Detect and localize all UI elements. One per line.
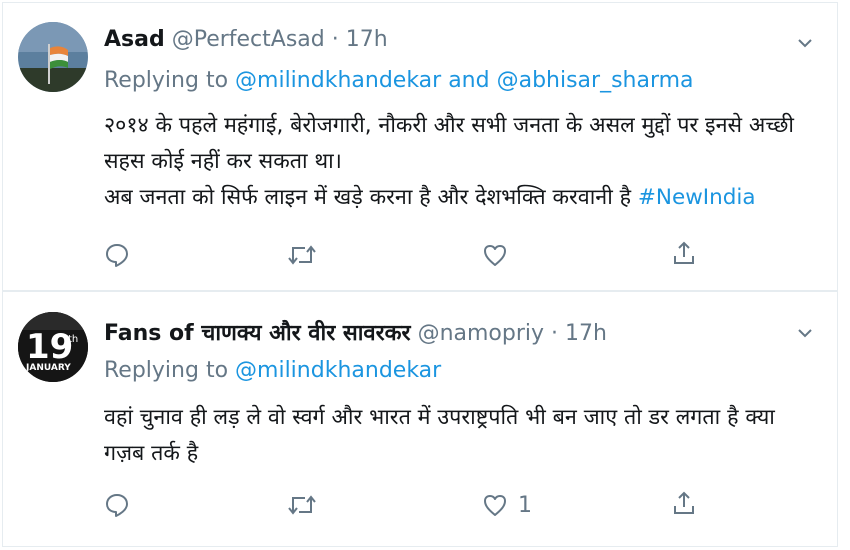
like-icon [484,245,506,266]
mention-link[interactable]: @milindkhandekar [235,68,441,93]
like-icon [484,495,506,516]
tweet-text-line: २०१४ के पहले महंगाई, बेरोजगारी, नौकरी और… [104,113,794,138]
avatar[interactable] [18,22,88,92]
user-handle[interactable]: @PerfectAsad [172,27,325,52]
tweet-header: Fans of चाणक्य और वीर सावरकर @namopriy ·… [104,317,607,347]
chevron-down-icon[interactable] [796,324,814,342]
replying-to: Replying to @milindkhandekar [104,358,441,383]
user-handle[interactable]: @namopriy [418,321,544,346]
avatar-big-text: 19 [26,327,73,367]
separator-dot: · [551,321,559,346]
separator-dot: · [331,27,339,52]
tweet-text-line: अब जनता को सिर्फ लाइन में खड़े करना है औ… [104,180,794,216]
retweet-button[interactable] [287,242,317,268]
mention-link[interactable]: @milindkhandekar [235,358,441,383]
tweet-text-line: वहां चुनाव ही लड़ ले वो स्वर्ग और भारत म… [104,405,775,430]
like-button[interactable] [482,242,508,268]
chevron-down-icon[interactable] [796,34,814,52]
reply-button[interactable] [104,492,130,518]
tweet-text-line: सहस कोई नहीं कर सकता था। [104,149,342,174]
hashtag-link[interactable]: #NewIndia [638,185,756,210]
tweet[interactable]: Asad @PerfectAsad · 17h Replying to @mil… [0,0,850,290]
avatar[interactable]: 19 th JANUARY [18,312,88,382]
share-button[interactable] [671,240,697,266]
avatar-date-image: 19 th JANUARY [18,312,88,382]
replying-prefix: Replying to [104,68,229,93]
reply-icon [106,494,128,517]
avatar-small-text: JANUARY [25,363,71,373]
reply-and[interactable]: and [448,68,489,93]
tweet-text-line: गज़ब तर्क है [104,441,199,466]
retweet-icon [288,245,316,265]
display-name[interactable]: Asad [104,27,165,52]
tweet-header: Asad @PerfectAsad · 17h [104,27,388,52]
replying-to: Replying to @milindkhandekar and @abhisa… [104,68,694,93]
share-button[interactable] [671,490,697,516]
display-name[interactable]: Fans of चाणक्य और वीर सावरकर [104,321,411,346]
share-icon [674,491,694,514]
share-icon [674,241,694,264]
avatar-flag-image [18,22,88,92]
like-count: 1 [518,492,532,518]
retweet-icon [288,495,316,515]
timestamp[interactable]: 17h [346,27,388,52]
reply-icon [106,244,128,267]
retweet-button[interactable] [287,492,317,518]
like-button[interactable]: 1 [482,492,532,518]
tweet-text: २०१४ के पहले महंगाई, बेरोजगारी, नौकरी और… [104,108,794,216]
mention-link[interactable]: @abhisar_sharma [497,68,694,93]
avatar-sup-text: th [68,334,78,345]
tweet-text-segment: अब जनता को सिर्फ लाइन में खड़े करना है औ… [104,185,632,210]
tweet-text: वहां चुनाव ही लड़ ले वो स्वर्ग और भारत म… [104,400,775,472]
reply-button[interactable] [104,242,130,268]
timestamp[interactable]: 17h [565,321,607,346]
replying-prefix: Replying to [104,358,229,383]
